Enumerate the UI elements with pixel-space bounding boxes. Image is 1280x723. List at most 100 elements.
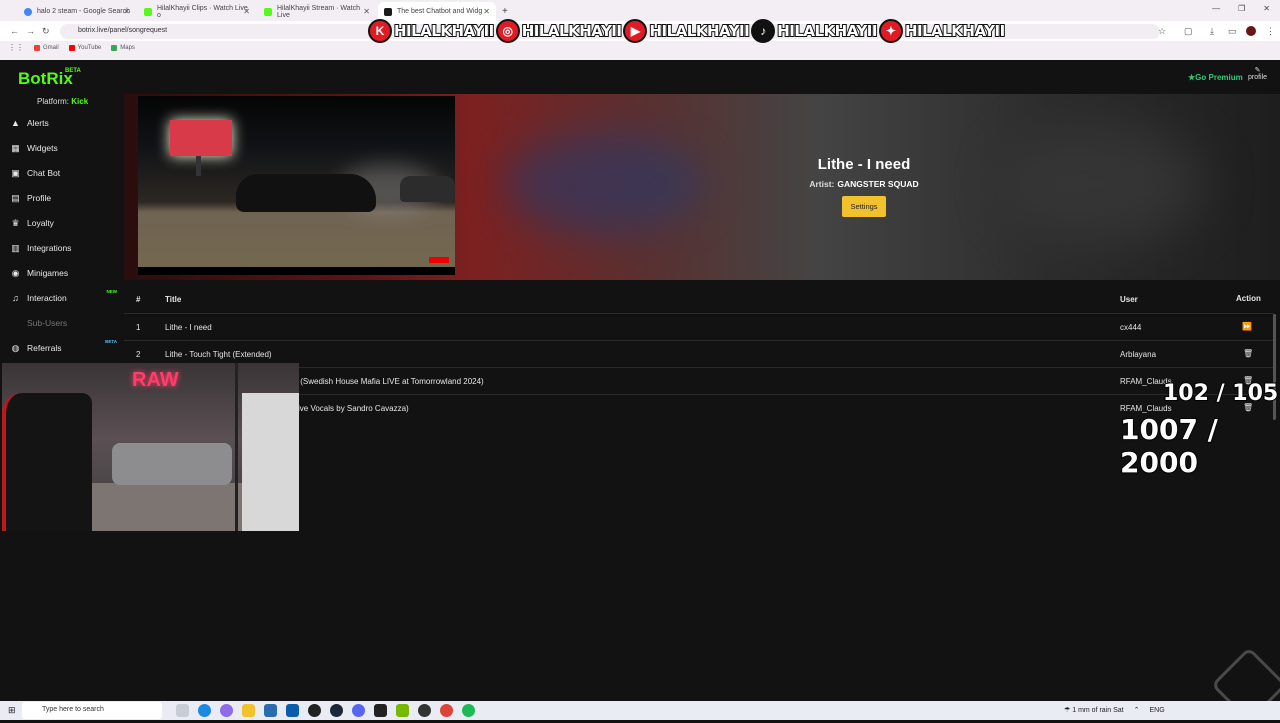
store-icon[interactable] (264, 704, 277, 717)
reload-icon[interactable]: ↻ (42, 26, 50, 37)
sidebar-item-widgets[interactable]: ▦ Widgets (11, 141, 119, 155)
webcam-sofa (112, 443, 232, 485)
kick-icon (264, 7, 272, 16)
new-badge: NEW (106, 289, 118, 294)
trash-icon[interactable]: 🗑 (1243, 349, 1253, 358)
sidebar-icon[interactable]: ▭ (1228, 26, 1237, 37)
edge-icon[interactable] (198, 704, 211, 717)
sidebar-item-alerts[interactable]: ▲ Alerts (11, 116, 119, 130)
extensions-icon[interactable]: ▢ (1184, 26, 1193, 37)
back-icon[interactable]: ← (10, 26, 19, 36)
pencil-icon: ✎ (1254, 67, 1261, 74)
beta-badge: BETA (65, 68, 81, 74)
sidebar-item-profile[interactable]: ▤ Profile (11, 191, 119, 205)
instagram-icon: ◎ (495, 19, 520, 43)
webcam-divider (235, 363, 238, 531)
music-icon: ♫ (12, 293, 19, 303)
social-tiktok: ♪ HILALKHAYII (751, 19, 878, 43)
close-window-icon[interactable]: ✕ (1263, 4, 1270, 13)
social-twitter: ✦ HILALKHAYII (878, 19, 1006, 43)
social-youtube: ▶ HILALKHAYII (623, 19, 751, 43)
minimize-icon[interactable]: — (1212, 4, 1220, 13)
webcam-shelf (242, 393, 299, 531)
sidebar-item-referrals[interactable]: ◍ Referrals BETA (11, 339, 119, 355)
social-instagram: ◎ HILALKHAYII (495, 19, 623, 43)
warning-icon: ▲ (11, 118, 20, 128)
avatar[interactable] (1246, 26, 1256, 36)
spotify-icon[interactable] (462, 704, 475, 717)
apps-icon[interactable]: ⋮⋮ (8, 43, 24, 52)
beta-badge: BETA (105, 339, 117, 344)
nvidia-icon[interactable] (396, 704, 409, 717)
weather-widget[interactable]: ☂ 1 mm of rain Sat (1064, 706, 1124, 714)
bookmark-youtube[interactable]: YouTube (68, 44, 101, 51)
epic-icon[interactable] (418, 704, 431, 717)
sidebar-item-sub-users[interactable]: Sub-Users (11, 316, 119, 330)
video-frame-pole (196, 156, 201, 176)
tray-chevron-icon[interactable]: ⌃ (1134, 706, 1140, 714)
download-icon[interactable]: ⤓ (1210, 26, 1214, 37)
mail-icon[interactable] (286, 704, 299, 717)
table-row[interactable]: 1 Lithe - I need cx444 ⏩ (124, 313, 1274, 340)
window-controls: — ❐ ✕ (1212, 4, 1270, 13)
sidebar-item-minigames[interactable]: ◉ Minigames (11, 266, 119, 280)
bookmark-gmail[interactable]: Gmail (34, 44, 59, 51)
profile-link[interactable]: ✎ profile (1248, 66, 1267, 81)
video-player[interactable] (138, 96, 455, 275)
video-frame-car (400, 176, 455, 202)
obs-icon[interactable] (308, 704, 321, 717)
language-indicator[interactable]: ENG (1149, 707, 1164, 714)
maximize-icon[interactable]: ❐ (1238, 4, 1245, 13)
platform-value: Kick (71, 97, 89, 106)
windows-taskbar: ⊞ Type here to search ☂ 1 mm of rain Sat… (0, 701, 1280, 720)
youtube-icon: ▶ (623, 19, 648, 43)
now-playing-panel: Lithe - I need Artist: GANGSTER SQUAD Set… (124, 94, 1280, 280)
star-icon[interactable]: ☆ (1158, 26, 1166, 37)
tiktok-icon: ♪ (751, 19, 776, 43)
go-premium-link[interactable]: ★Go Premium (1188, 73, 1243, 82)
users-icon: ◍ (11, 342, 20, 353)
social-kick: K HILALKHAYII (368, 19, 495, 43)
gamepad-icon: ◉ (11, 267, 20, 278)
tab-kick-stream[interactable]: HilalKhayii Stream · Watch Live ✕ (258, 2, 376, 21)
close-icon[interactable]: ✕ (243, 7, 250, 16)
sidebar-item-chat-bot[interactable]: ▣ Chat Bot (11, 166, 119, 180)
platform-label: Platform: Kick (37, 97, 89, 106)
steam-icon[interactable] (330, 704, 343, 717)
discord-icon[interactable] (352, 704, 365, 717)
file-explorer-icon[interactable] (242, 704, 255, 717)
capcut-icon[interactable] (374, 704, 387, 717)
subscribe-badge (429, 257, 449, 263)
webcam-overlay: RAW (2, 363, 299, 531)
windows-start-icon[interactable]: ⊞ (8, 706, 17, 715)
song-artist: Artist: GANGSTER SQUAD (809, 179, 919, 189)
tab-google-search[interactable]: halo 2 steam - Google Search ✕ (18, 2, 136, 21)
taskbar-search-input[interactable]: Type here to search (22, 702, 162, 719)
maps-icon (111, 44, 118, 51)
menu-icon[interactable]: ⋮ (1266, 26, 1275, 37)
video-frame-car (236, 174, 376, 212)
neon-sign: RAW (132, 369, 179, 391)
trophy-icon: ♛ (11, 217, 20, 228)
app-header: BotRix BETA ★Go Premium ✎ profile (0, 60, 1280, 94)
kick-icon: K (368, 19, 392, 43)
bookmark-maps[interactable]: Maps (111, 44, 135, 51)
taskbar-apps (176, 704, 475, 717)
background-blur (1004, 124, 1204, 244)
copilot-icon[interactable] (220, 704, 233, 717)
tab-kick-clips[interactable]: HilalKhayii Clips · Watch Live o ✕ (138, 2, 256, 21)
sidebar-item-integrations[interactable]: ▥ Integrations (11, 241, 119, 255)
task-view-icon[interactable] (176, 704, 189, 717)
skip-icon[interactable]: ⏩ (1242, 322, 1252, 331)
forward-icon[interactable]: → (26, 26, 35, 36)
social-banner-overlay: K HILALKHAYII ◎ HILALKHAYII ▶ HILALKHAYII ♪… (368, 14, 1006, 48)
grid-icon: ▦ (11, 142, 20, 153)
sidebar-item-loyalty[interactable]: ♛ Loyalty (11, 216, 119, 230)
puzzle-icon: ▥ (11, 242, 20, 253)
follower-goal-counter: 102 / 105 (1162, 380, 1279, 407)
google-icon (24, 7, 32, 16)
close-icon[interactable]: ✕ (123, 7, 130, 16)
settings-button[interactable]: Settings (842, 196, 886, 217)
sidebar-item-interaction[interactable]: ♫ Interaction NEW (11, 289, 119, 305)
chrome-icon[interactable] (440, 704, 453, 717)
